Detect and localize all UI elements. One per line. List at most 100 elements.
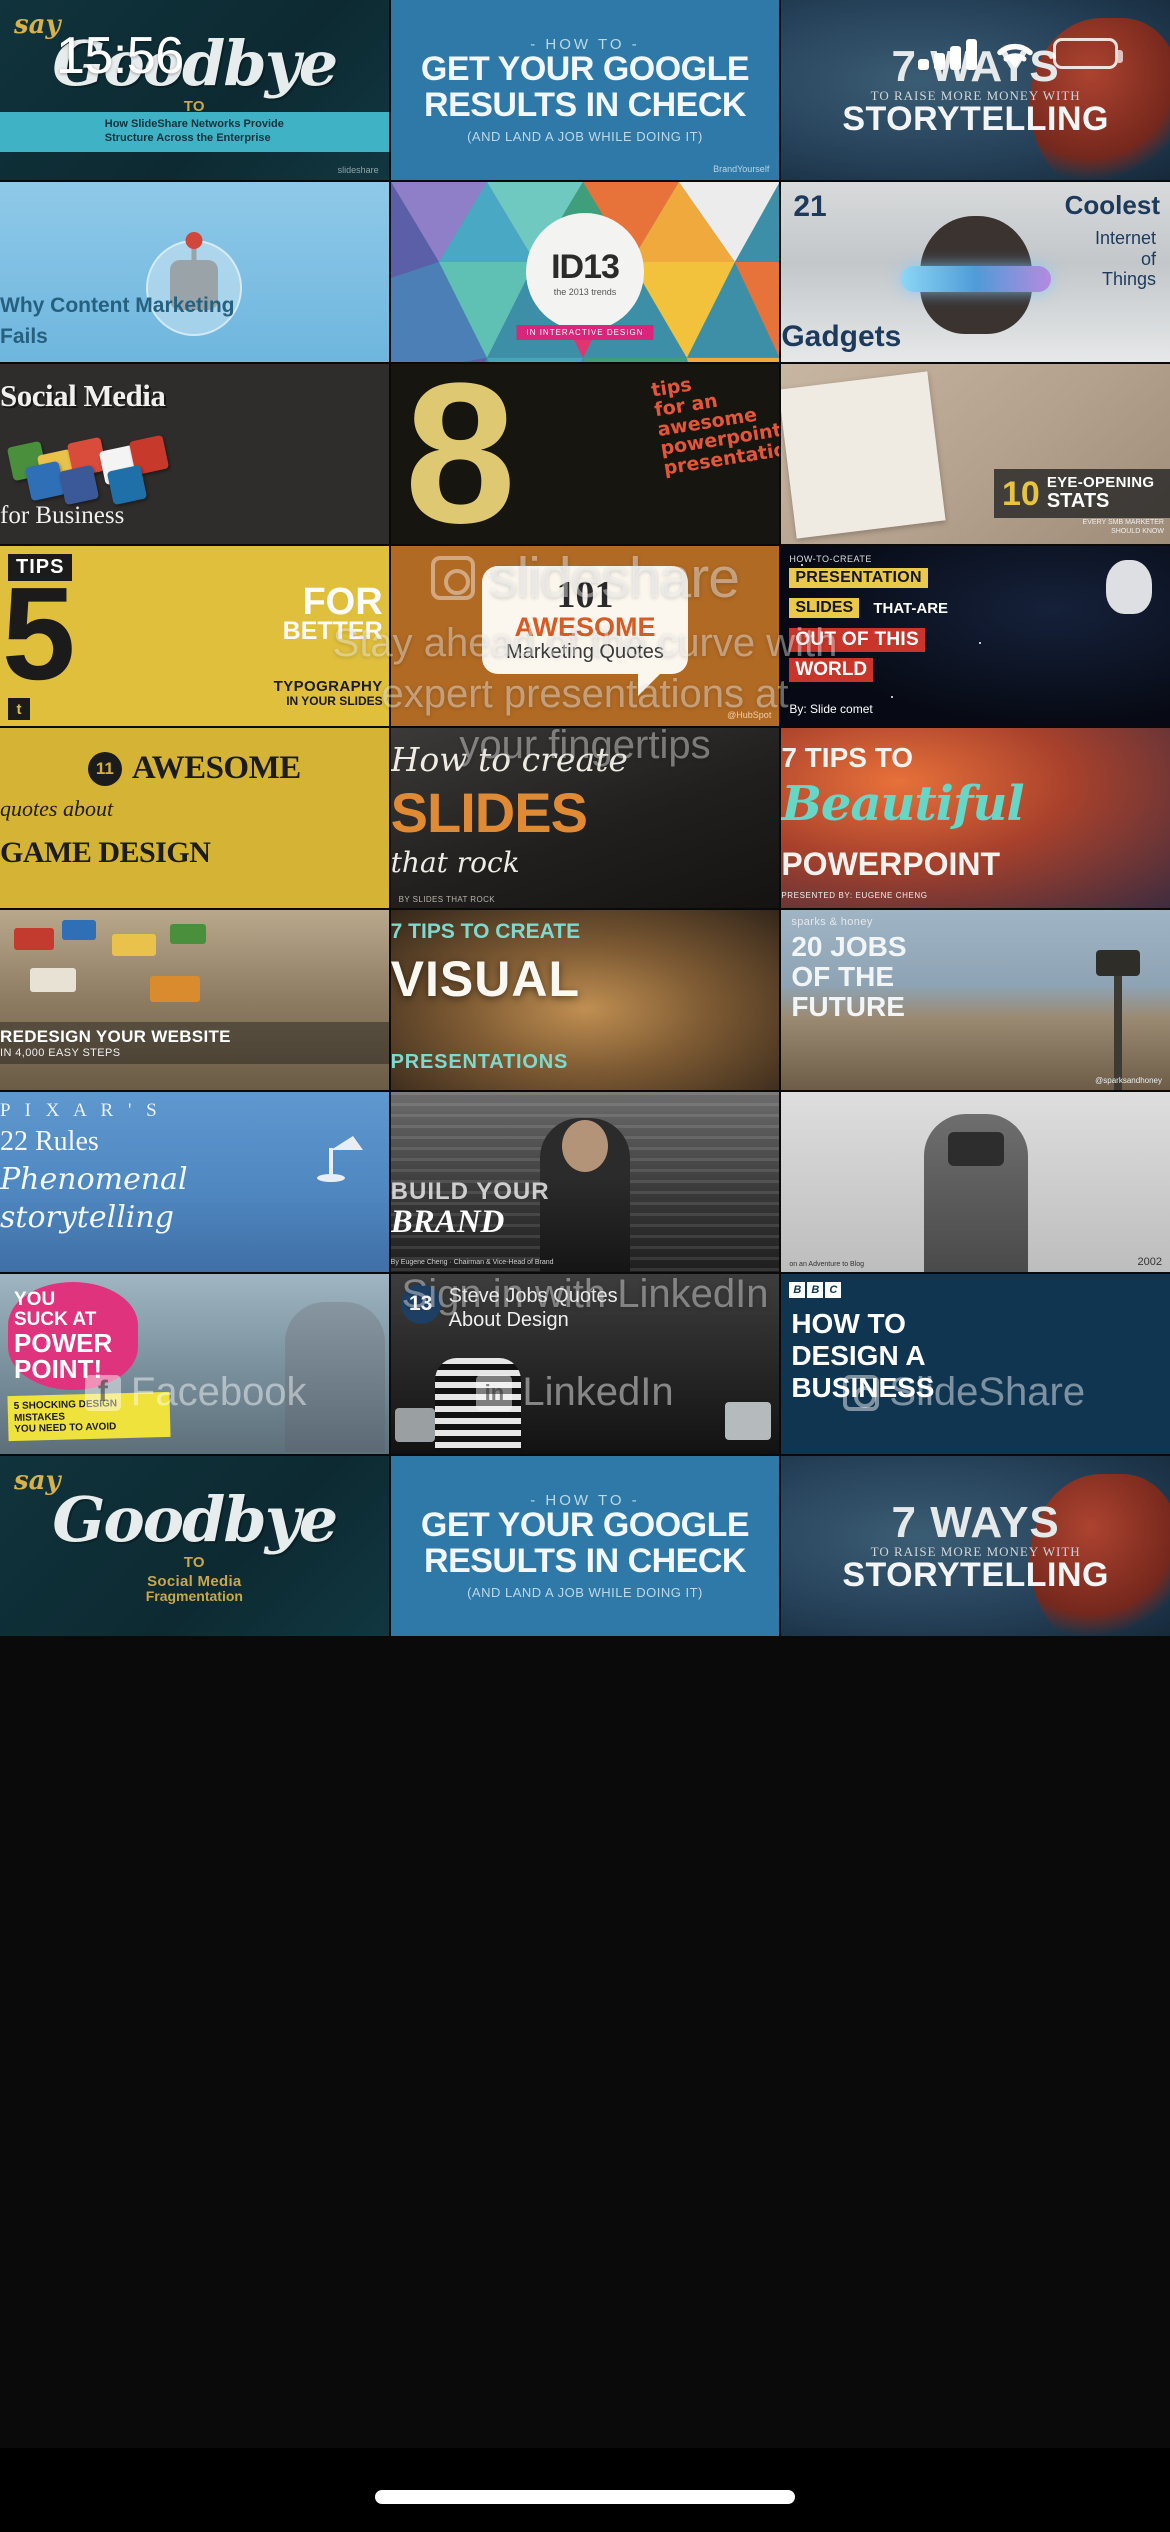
visual-7-tips: 7 TIPS TO CREATE [390, 920, 581, 943]
space-by: By: Slide comet [789, 702, 873, 716]
space-world: WORLD [789, 658, 874, 682]
thumbnail-google-results[interactable]: - HOW TO - GET YOUR GOOGLE RESULTS IN CH… [390, 0, 780, 180]
goodbye-band-line2: Structure Across the Enterprise [104, 132, 271, 144]
brand-credit: By Eugene Cheng · Chairman & Vice-Head o… [390, 1259, 554, 1266]
thumbnail-say-goodbye[interactable]: say Goodbye TO Social Media Fragmentatio… [0, 0, 389, 180]
ppt-power: POWER [14, 1327, 113, 1358]
thumbnail-21-coolest-iot[interactable]: 21 Coolest Internet of Things Gadgets [781, 182, 1170, 362]
iot-number: 21 [793, 190, 827, 223]
thumbnail-grid[interactable]: say Goodbye TO Social Media Fragmentatio… [0, 0, 1170, 2448]
jobs-brand: sparks & honey [791, 916, 873, 928]
slides-how-to-create: How to create [390, 740, 628, 779]
goodbye-band-line1: How SlideShare Networks Provide [104, 118, 284, 131]
thumbnail-7-tips-beautiful-ppt[interactable]: 7 TIPS TO Beautiful POWERPOINT PRESENTED… [781, 728, 1170, 908]
hubspot-credit: @HubSpot [727, 710, 772, 720]
thumbnail-out-of-this-world[interactable]: HOW-TO-CREATE PRESENTATION SLIDES THAT-A… [781, 546, 1170, 726]
thumbnail-social-media-business[interactable]: Social Media for Business [0, 364, 389, 544]
space-howto: HOW-TO-CREATE [789, 554, 872, 564]
thumbnail-say-goodbye-repeat[interactable]: say Goodbye TO Social Media Fragmentatio… [0, 1456, 389, 1636]
hdb-line2: DESIGN A [791, 1340, 926, 1372]
thumbnail-5-tips-typography[interactable]: TIPS 5 FOR BETTER TYPOGRAPHY IN YOUR SLI… [0, 546, 389, 726]
sj-line2: About Design [448, 1309, 569, 1331]
space-presentation: PRESENTATION [789, 568, 928, 588]
thumbnail-build-your-brand[interactable]: BUILD YOUR BRAND By Eugene Cheng · Chair… [390, 1092, 780, 1272]
home-indicator[interactable] [375, 2490, 795, 2504]
goodbye-sub-social-2: Social Media [147, 1573, 242, 1590]
smb-line2: for Business [0, 502, 125, 529]
thumbnail-how-to-design-business[interactable]: BBC HOW TO DESIGN A BUSINESS [781, 1274, 1170, 1454]
game-awesome: AWESOME [131, 750, 301, 786]
five-number: 5 [2, 560, 76, 707]
speech-bubble-icon: 101 AWESOME Marketing Quotes [481, 566, 688, 696]
smb-line1: Social Media [0, 378, 166, 413]
story-line3-2: STORYTELLING [842, 1555, 1109, 1594]
thumbnail-11-game-design-quotes[interactable]: 11 AWESOME quotes about GAME DESIGN [0, 728, 389, 908]
thumbnail-7-tips-visual[interactable]: 7 TIPS TO CREATE VISUAL PRESENTATIONS [390, 910, 780, 1090]
bbc-logo: BBC [789, 1282, 842, 1298]
eight-number: 8 [404, 364, 516, 544]
five-in-slides: IN YOUR SLIDES [286, 694, 383, 709]
sj-number: 13 [400, 1284, 441, 1324]
brand-word: BRAND [390, 1204, 505, 1240]
ppt-point: POINT! [14, 1353, 103, 1384]
bpp-beautiful: Beautiful [781, 776, 1024, 832]
visual-presentations: PRESENTATIONS [390, 1051, 569, 1073]
goodbye-title: Goodbye [52, 27, 338, 100]
content-line1: Why Content Marketing [0, 294, 235, 318]
old-monitor-graphic-2 [725, 1402, 772, 1440]
stats-t2: STATS [1046, 490, 1110, 512]
stats-number: 10 [1001, 474, 1040, 513]
thumbnail-google-results-repeat[interactable]: - HOW TO - GET YOUR GOOGLE RESULTS IN CH… [390, 1456, 780, 1636]
google-small: (AND LAND A JOB WHILE DOING IT) [467, 128, 703, 144]
google-line2: RESULTS IN CHECK [424, 86, 746, 124]
ppt-suck-at: SUCK AT [14, 1308, 97, 1330]
redesign-line2: IN 4,000 EASY STEPS [0, 1047, 121, 1059]
thumbnail-redesign-website[interactable]: REDESIGN YOUR WEBSITE IN 4,000 EASY STEP… [0, 910, 389, 1090]
thumbnail-id13[interactable]: ID13 the 2013 trends IN INTERACTIVE DESI… [390, 182, 780, 362]
space-slides: SLIDES [789, 598, 860, 618]
old-monitor-graphic [394, 1408, 435, 1442]
astronaut-graphic [1105, 560, 1152, 614]
id13-title: ID13 [551, 247, 620, 286]
thumbnail-you-suck-at-powerpoint[interactable]: YOU SUCK AT POWER POINT! 5 SHOCKING DESI… [0, 1274, 389, 1454]
ppt-note1: 5 SHOCKING DESIGN MISTAKES [13, 1397, 118, 1423]
redesign-line1: REDESIGN YOUR WEBSITE [0, 1027, 231, 1046]
slides-that-rock: that rock [390, 846, 520, 879]
redesign-band: REDESIGN YOUR WEBSITE IN 4,000 EASY STEP… [0, 1022, 389, 1064]
google-small-2: (AND LAND A JOB WHILE DOING IT) [467, 1584, 703, 1600]
goodbye-sub-to-2: TO [183, 1554, 205, 1571]
five-better: BETTER [282, 617, 383, 646]
slideshare-logo-text: slideshare [337, 165, 379, 175]
camera-held-graphic [947, 1132, 1004, 1166]
thumbnail-13-steve-jobs-quotes[interactable]: 13 Steve Jobs Quotes About Design [390, 1274, 780, 1454]
stats-band: 10 EYE-OPENING STATS [993, 469, 1170, 518]
space-outofthis: OUT OF THIS [789, 628, 925, 652]
desk-paper-graphic [781, 371, 946, 539]
thumbnail-content-marketing-fails[interactable]: Why Content Marketing Fails [0, 182, 389, 362]
thumbnail-101-marketing-quotes[interactable]: 101 AWESOME Marketing Quotes @HubSpot [390, 546, 780, 726]
thumbnail-photography-2002[interactable]: on an Adventure to Blog 2002 [781, 1092, 1170, 1272]
google-line1-2: GET YOUR GOOGLE [420, 1506, 750, 1545]
google-line2-2: RESULTS IN CHECK [424, 1542, 746, 1580]
story-line1: 7 WAYS [891, 41, 1060, 91]
iot-r2: of [1140, 248, 1156, 269]
vr-visor-graphic [900, 266, 1051, 292]
bpp-powerpoint: POWERPOINT [781, 846, 1000, 882]
game-quotes-about: quotes about [0, 796, 114, 821]
ppt-pink-badge: YOU SUCK AT POWER POINT! [8, 1282, 138, 1390]
thumbnail-20-jobs-future[interactable]: sparks & honey 20 JOBS OF THE FUTURE @sp… [781, 910, 1170, 1090]
bpp-7-tips: 7 TIPS TO [781, 742, 914, 773]
thumbnail-8-tips-powerpoint[interactable]: 8 tips for an awesome powerpoint present… [390, 364, 780, 544]
thumbnail-7-ways-storytelling[interactable]: 7 WAYS TO RAISE MORE MONEY WITH STORYTEL… [781, 0, 1170, 180]
hdb-line3: BUSINESS [791, 1372, 935, 1404]
quotes-number: 101 [556, 574, 614, 617]
twitter-icon: t [8, 698, 30, 720]
person-graphic [284, 1302, 385, 1452]
thumbnail-10-eye-opening-stats[interactable]: 10 EYE-OPENING STATS EVERY SMB MARKETER … [781, 364, 1170, 544]
thumbnail-7-ways-storytelling-repeat[interactable]: 7 WAYS TO RAISE MORE MONEY WITH STORYTEL… [781, 1456, 1170, 1636]
thumbnail-pixar-22-rules[interactable]: P I X A R ' S 22 Rules Phenomenal storyt… [0, 1092, 389, 1272]
hdb-line1: HOW TO [791, 1308, 906, 1339]
game-number: 11 [87, 751, 122, 786]
content-line2: Fails [0, 324, 48, 348]
thumbnail-slides-that-rock[interactable]: How to create SLIDES that rock BY SLIDES… [390, 728, 780, 908]
